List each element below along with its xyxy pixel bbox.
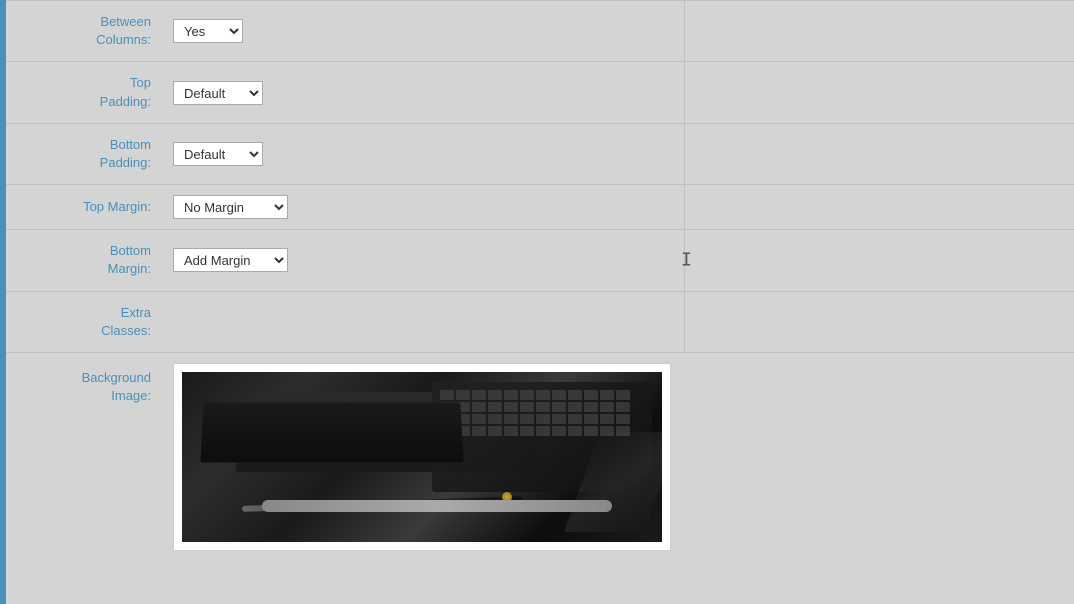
top-padding-select[interactable]: Default None Small Large bbox=[173, 81, 263, 105]
between-columns-label: BetweenColumns: bbox=[6, 1, 161, 61]
top-padding-divider bbox=[684, 62, 1074, 122]
background-image-content bbox=[161, 353, 1074, 561]
between-columns-input-cell: Yes No bbox=[161, 1, 684, 61]
bottom-margin-label: BottomMargin: bbox=[6, 230, 161, 290]
bottom-padding-input-cell: Default None Small Large bbox=[161, 124, 684, 184]
content-area: BetweenColumns: Yes No TopPadding: Defau… bbox=[6, 0, 1074, 604]
extra-classes-input-cell bbox=[161, 292, 684, 352]
bottom-margin-divider bbox=[684, 230, 1074, 290]
top-padding-row: TopPadding: Default None Small Large bbox=[6, 62, 1074, 123]
page-container: BetweenColumns: Yes No TopPadding: Defau… bbox=[0, 0, 1074, 604]
pen-stylus bbox=[242, 496, 522, 512]
top-margin-label: Top Margin: bbox=[6, 185, 161, 229]
top-margin-select[interactable]: No Margin Add Margin Default bbox=[173, 195, 288, 219]
between-columns-select[interactable]: Yes No bbox=[173, 19, 243, 43]
extra-classes-label: ExtraClasses: bbox=[6, 292, 161, 352]
top-margin-row: Top Margin: No Margin Add Margin Default bbox=[6, 185, 1074, 230]
bottom-margin-select[interactable]: Add Margin No Margin Default bbox=[173, 248, 288, 272]
text-cursor: I bbox=[681, 250, 692, 271]
bottom-margin-row: BottomMargin: Add Margin No Margin Defau… bbox=[6, 230, 1074, 291]
top-margin-divider bbox=[684, 185, 1074, 229]
extra-classes-divider bbox=[684, 292, 1074, 352]
circular-object bbox=[502, 492, 512, 502]
bottom-padding-label: BottomPadding: bbox=[6, 124, 161, 184]
top-padding-input-cell: Default None Small Large bbox=[161, 62, 684, 122]
background-image-label: BackgroundImage: bbox=[6, 353, 161, 561]
image-preview-container bbox=[173, 363, 671, 551]
between-columns-divider bbox=[684, 1, 1074, 61]
bottom-padding-divider bbox=[684, 124, 1074, 184]
extra-classes-row: ExtraClasses: bbox=[6, 292, 1074, 353]
bottom-margin-input-cell: Add Margin No Margin Default I bbox=[161, 230, 684, 290]
device-body bbox=[200, 402, 463, 462]
background-image-row: BackgroundImage: bbox=[6, 353, 1074, 561]
top-padding-label: TopPadding: bbox=[6, 62, 161, 122]
between-columns-row: BetweenColumns: Yes No bbox=[6, 0, 1074, 62]
bottom-padding-row: BottomPadding: Default None Small Large bbox=[6, 124, 1074, 185]
background-image-preview bbox=[182, 372, 662, 542]
top-margin-input-cell: No Margin Add Margin Default bbox=[161, 185, 684, 229]
bottom-padding-select[interactable]: Default None Small Large bbox=[173, 142, 263, 166]
